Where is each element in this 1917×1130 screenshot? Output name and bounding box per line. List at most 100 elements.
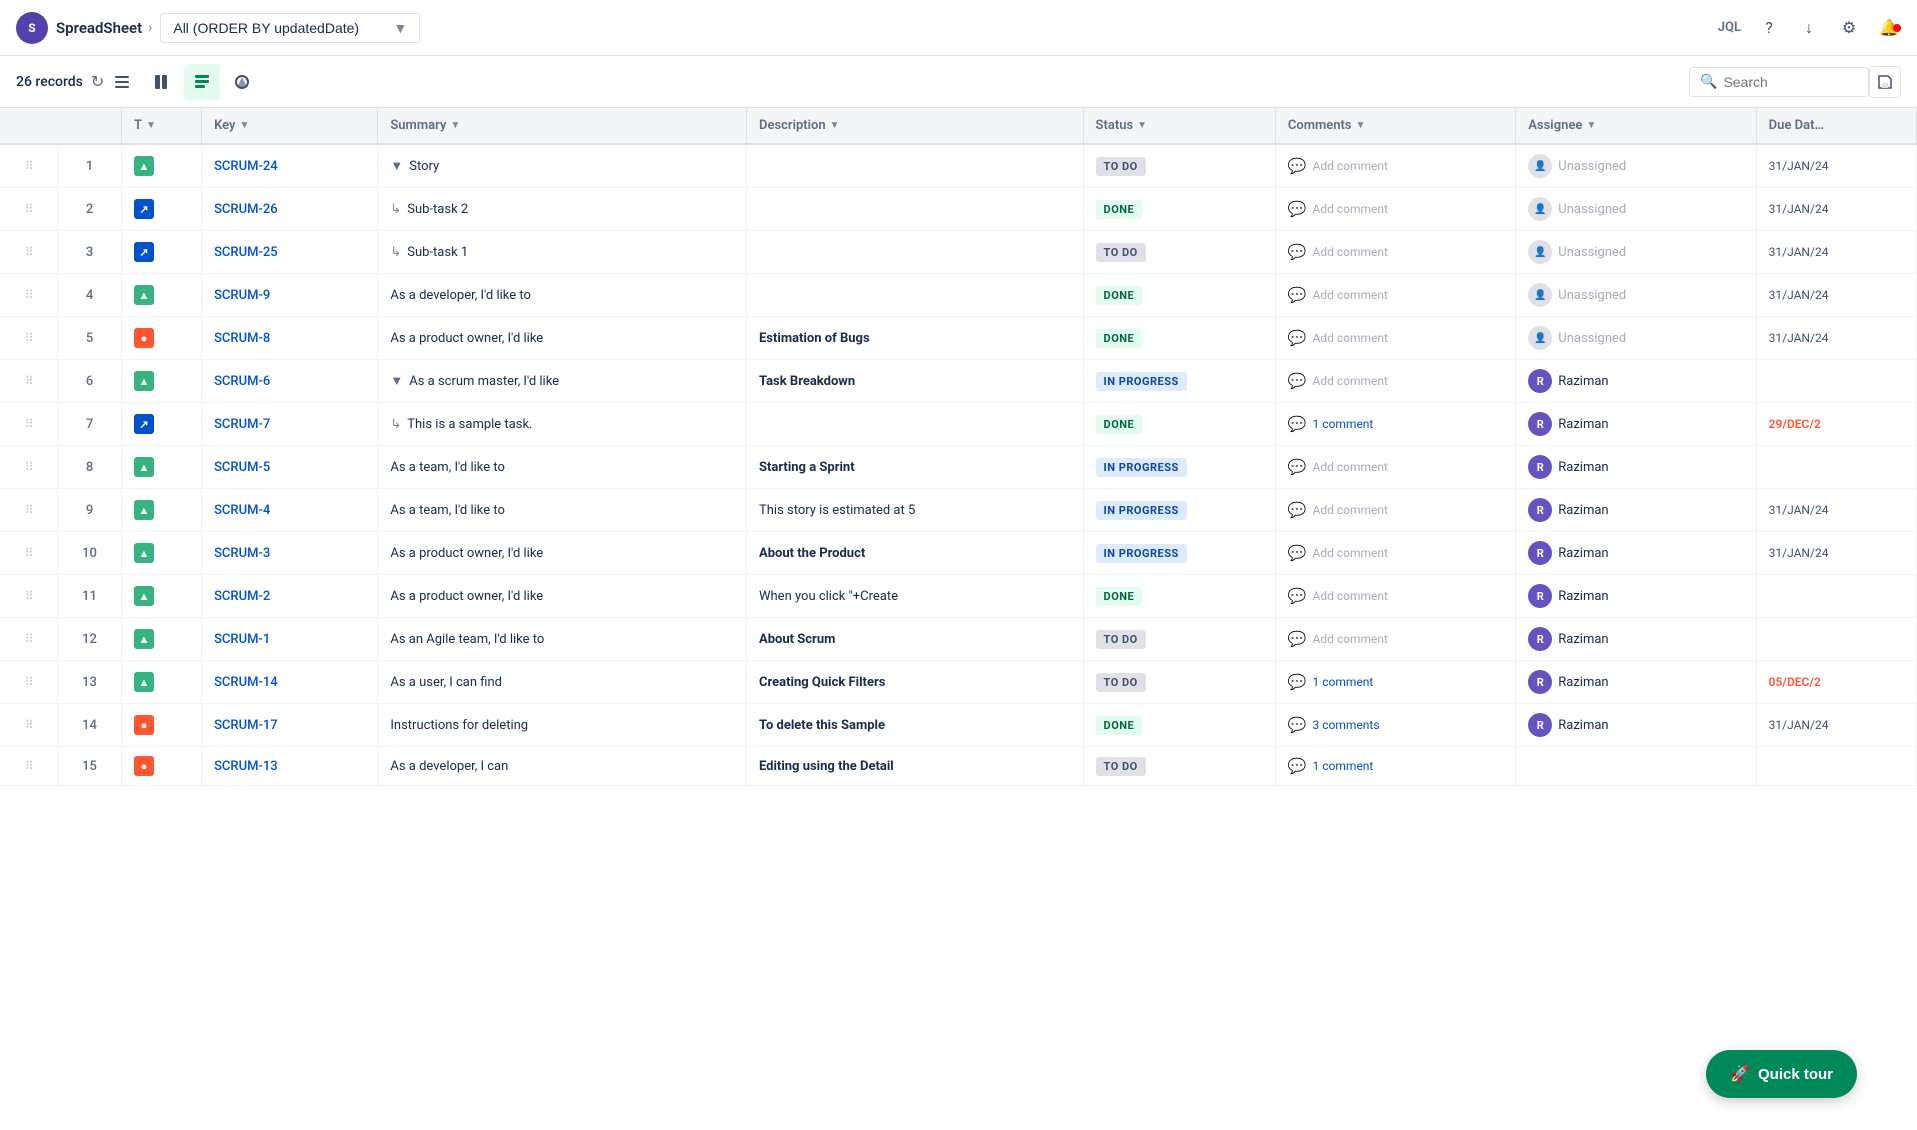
drag-handle[interactable]: ⠿ <box>0 274 58 317</box>
th-type[interactable]: T ▼ <box>121 108 201 144</box>
comments-cell: 💬 Add comment <box>1275 144 1515 188</box>
th-key[interactable]: Key ▼ <box>202 108 378 144</box>
status-badge[interactable]: IN PROGRESS <box>1096 458 1187 477</box>
status-badge[interactable]: DONE <box>1096 329 1143 348</box>
status-badge[interactable]: TO DO <box>1096 673 1146 692</box>
th-assignee[interactable]: Assignee ▼ <box>1516 108 1756 144</box>
search-input[interactable] <box>1723 74 1843 90</box>
assignee-name: Raziman <box>1558 417 1608 432</box>
status-badge[interactable]: DONE <box>1096 200 1143 219</box>
description-text: About Scrum <box>759 632 835 647</box>
quick-tour-button[interactable]: 🚀 Quick tour <box>1706 1050 1857 1098</box>
save-view-icon[interactable] <box>1869 66 1901 98</box>
issue-key-link[interactable]: SCRUM-5 <box>214 460 270 475</box>
issue-key-link[interactable]: SCRUM-6 <box>214 374 270 389</box>
add-comment-link[interactable]: Add comment <box>1313 589 1388 603</box>
issue-type-icon: ↗ <box>134 414 154 434</box>
drag-handle[interactable]: ⠿ <box>0 532 58 575</box>
add-comment-link[interactable]: Add comment <box>1313 546 1388 560</box>
assignee-wrapper: R Raziman <box>1528 498 1743 522</box>
status-badge[interactable]: DONE <box>1096 286 1143 305</box>
add-comment-link[interactable]: Add comment <box>1313 374 1388 388</box>
status-badge[interactable]: IN PROGRESS <box>1096 501 1187 520</box>
issue-key-link[interactable]: SCRUM-7 <box>214 417 270 432</box>
status-badge[interactable]: IN PROGRESS <box>1096 372 1187 391</box>
summary-text: As a team, I'd like to <box>390 460 505 475</box>
comment-icon: 💬 <box>1288 329 1307 347</box>
refresh-icon[interactable]: ↻ <box>91 72 104 91</box>
summary-text: As a developer, I can <box>390 759 508 774</box>
th-status[interactable]: Status ▼ <box>1083 108 1275 144</box>
status-badge[interactable]: IN PROGRESS <box>1096 544 1187 563</box>
board-view-button[interactable] <box>144 64 180 100</box>
drag-handle[interactable]: ⠿ <box>0 704 58 747</box>
status-badge[interactable]: TO DO <box>1096 757 1146 776</box>
add-comment-link[interactable]: Add comment <box>1313 159 1388 173</box>
filter-dropdown[interactable]: All (ORDER BY updatedDate) ▼ <box>160 13 420 43</box>
add-comment-link[interactable]: Add comment <box>1313 202 1388 216</box>
list-view-button[interactable] <box>104 64 140 100</box>
due-date-value: 31/JAN/24 <box>1769 331 1829 345</box>
download-icon[interactable]: ↓ <box>1797 16 1821 40</box>
drag-handle[interactable]: ⠿ <box>0 231 58 274</box>
status-badge[interactable]: TO DO <box>1096 157 1146 176</box>
comment-link[interactable]: 1 comment <box>1313 417 1374 431</box>
notifications-icon[interactable]: 🔔 <box>1877 16 1901 40</box>
summary-cell: As an Agile team, I'd like to <box>378 618 747 661</box>
issue-key-link[interactable]: SCRUM-13 <box>214 759 278 774</box>
search-box[interactable]: 🔍 <box>1689 67 1869 97</box>
drag-handle[interactable]: ⠿ <box>0 403 58 446</box>
due-date-cell: 31/JAN/24 <box>1756 188 1916 231</box>
drag-handle[interactable]: ⠿ <box>0 446 58 489</box>
comment-link[interactable]: 1 comment <box>1313 759 1374 773</box>
status-badge[interactable]: DONE <box>1096 587 1143 606</box>
avatar: R <box>1528 455 1552 479</box>
add-comment-link[interactable]: Add comment <box>1313 460 1388 474</box>
jql-button[interactable]: JQL <box>1718 20 1741 35</box>
issue-key-link[interactable]: SCRUM-25 <box>214 245 278 260</box>
add-comment-link[interactable]: Add comment <box>1313 288 1388 302</box>
th-comments[interactable]: Comments ▼ <box>1275 108 1515 144</box>
th-summary[interactable]: Summary ▼ <box>378 108 747 144</box>
drag-handle[interactable]: ⠿ <box>0 317 58 360</box>
add-comment-link[interactable]: Add comment <box>1313 331 1388 345</box>
issue-type-cell: ↗ <box>121 403 201 446</box>
status-badge[interactable]: TO DO <box>1096 243 1146 262</box>
th-description[interactable]: Description ▼ <box>746 108 1083 144</box>
drag-handle[interactable]: ⠿ <box>0 618 58 661</box>
rocket-icon: 🚀 <box>1730 1064 1750 1084</box>
comment-link[interactable]: 3 comments <box>1313 718 1380 732</box>
status-badge[interactable]: DONE <box>1096 716 1143 735</box>
issue-key-link[interactable]: SCRUM-24 <box>214 159 278 174</box>
settings-icon[interactable]: ⚙ <box>1837 16 1861 40</box>
add-comment-link[interactable]: Add comment <box>1313 632 1388 646</box>
add-comment-link[interactable]: Add comment <box>1313 245 1388 259</box>
backlog-view-button[interactable] <box>184 64 220 100</box>
issue-key-link[interactable]: SCRUM-2 <box>214 589 270 604</box>
due-date-value: 29/DEC/2 <box>1769 417 1821 431</box>
status-badge[interactable]: TO DO <box>1096 630 1146 649</box>
issue-key-link[interactable]: SCRUM-9 <box>214 288 270 303</box>
issue-key-link[interactable]: SCRUM-4 <box>214 503 270 518</box>
issue-key-link[interactable]: SCRUM-1 <box>214 632 270 647</box>
status-badge[interactable]: DONE <box>1096 415 1143 434</box>
drag-handle[interactable]: ⠿ <box>0 661 58 704</box>
drag-handle[interactable]: ⠿ <box>0 188 58 231</box>
drag-handle[interactable]: ⠿ <box>0 747 58 786</box>
issue-key-link[interactable]: SCRUM-26 <box>214 202 278 217</box>
roadmap-view-button[interactable] <box>224 64 260 100</box>
th-duedate[interactable]: Due Dat… <box>1756 108 1916 144</box>
issue-key-link[interactable]: SCRUM-17 <box>214 718 278 733</box>
comments-cell: 💬 Add comment <box>1275 317 1515 360</box>
comments-cell: 💬 Add comment <box>1275 489 1515 532</box>
issue-key-link[interactable]: SCRUM-8 <box>214 331 270 346</box>
add-comment-link[interactable]: Add comment <box>1313 503 1388 517</box>
comment-link[interactable]: 1 comment <box>1313 675 1374 689</box>
help-icon[interactable]: ? <box>1757 16 1781 40</box>
drag-handle[interactable]: ⠿ <box>0 575 58 618</box>
drag-handle[interactable]: ⠿ <box>0 360 58 403</box>
issue-key-link[interactable]: SCRUM-3 <box>214 546 270 561</box>
drag-handle[interactable]: ⠿ <box>0 144 58 188</box>
issue-key-link[interactable]: SCRUM-14 <box>214 675 278 690</box>
drag-handle[interactable]: ⠿ <box>0 489 58 532</box>
